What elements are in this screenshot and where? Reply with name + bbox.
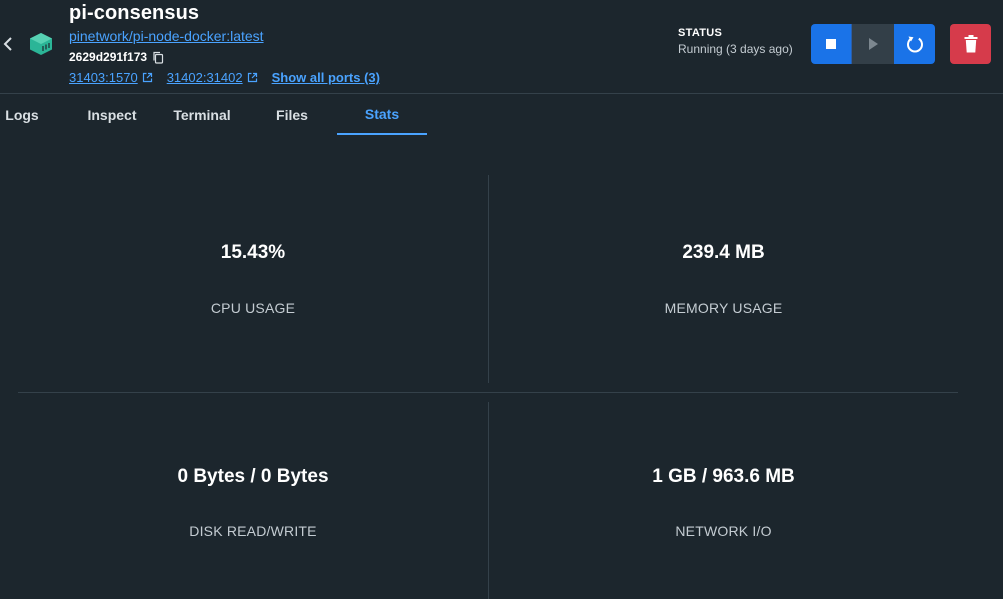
network-stat: 1 GB / 963.6 MB NETWORK I/O <box>489 466 958 539</box>
port-item: 31402:31402 <box>167 70 258 85</box>
stop-button[interactable] <box>811 24 852 64</box>
image-link[interactable]: pinetwork/pi-node-docker:latest <box>69 28 264 44</box>
external-link-icon <box>142 72 152 83</box>
restart-button[interactable] <box>894 24 935 64</box>
play-icon <box>869 38 878 50</box>
tab-logs[interactable]: Logs <box>0 95 44 135</box>
container-actions <box>811 24 935 64</box>
container-name: pi-consensus <box>69 2 200 24</box>
disk-rw-value: 0 Bytes / 0 Bytes <box>177 466 329 487</box>
container-id: 2629d291f173 <box>69 50 148 64</box>
cpu-stat: 15.43% CPU USAGE <box>18 242 488 316</box>
container-header: pi-consensus pinetwork/pi-node-docker:la… <box>0 0 1003 94</box>
show-all-ports-link[interactable]: Show all ports (3) <box>272 70 380 85</box>
tab-inspect[interactable]: Inspect <box>68 95 156 135</box>
restart-icon <box>906 36 923 53</box>
horizontal-divider <box>18 392 958 393</box>
memory-stat: 239.4 MB MEMORY USAGE <box>489 242 958 316</box>
start-button[interactable] <box>852 24 894 64</box>
cpu-usage-label: CPU USAGE <box>210 300 296 316</box>
port-link[interactable]: 31403:1570 <box>69 70 138 85</box>
port-link[interactable]: 31402:31402 <box>167 70 243 85</box>
disk-stat: 0 Bytes / 0 Bytes DISK READ/WRITE <box>18 466 488 539</box>
status-label: STATUS <box>678 27 723 39</box>
tab-stats[interactable]: Stats <box>337 95 427 135</box>
tab-files[interactable]: Files <box>248 95 336 135</box>
cpu-usage-value: 15.43% <box>220 242 286 263</box>
status-block: STATUS Running (3 days ago) <box>678 27 793 56</box>
status-value: Running (3 days ago) <box>678 42 793 56</box>
disk-rw-label: DISK READ/WRITE <box>189 523 317 539</box>
ports-row: 31403:1570 31402:31402 Show all ports (3… <box>69 70 380 85</box>
stop-icon <box>826 39 836 49</box>
memory-usage-label: MEMORY USAGE <box>664 300 783 316</box>
external-link-icon <box>247 72 257 83</box>
container-id-row: 2629d291f173 <box>69 50 164 64</box>
chevron-left-icon <box>3 37 12 51</box>
copy-icon[interactable] <box>152 51 164 64</box>
port-item: 31403:1570 <box>69 70 153 85</box>
trash-icon <box>964 35 977 53</box>
back-button[interactable] <box>0 32 16 56</box>
network-io-label: NETWORK I/O <box>675 523 772 539</box>
network-io-value: 1 GB / 963.6 MB <box>652 466 795 487</box>
tab-bar: Logs Inspect Terminal Files Stats <box>0 95 1003 135</box>
memory-usage-value: 239.4 MB <box>682 242 765 263</box>
delete-button[interactable] <box>950 24 991 64</box>
tab-terminal[interactable]: Terminal <box>158 95 246 135</box>
container-icon <box>30 33 52 55</box>
